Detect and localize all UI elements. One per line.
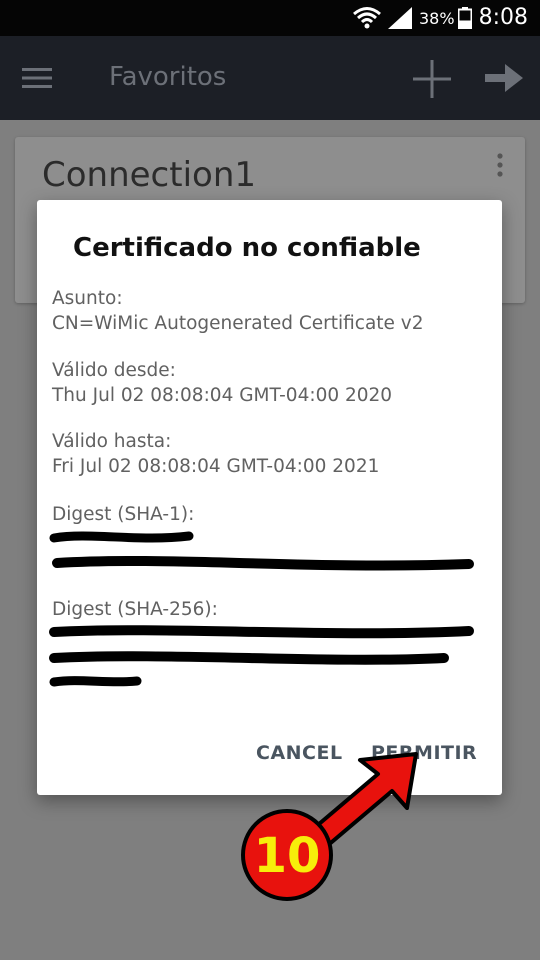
step-number-badge: 10	[241, 809, 333, 901]
